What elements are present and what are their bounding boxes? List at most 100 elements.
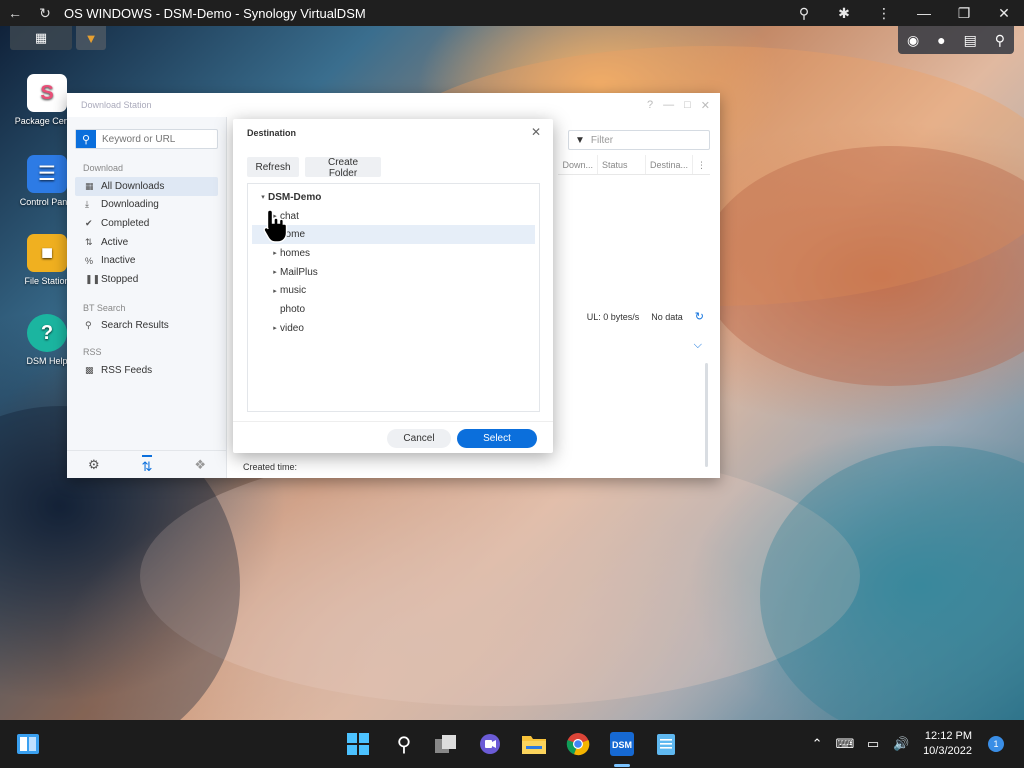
sidebar-item-label: All Downloads bbox=[101, 180, 165, 192]
back-icon[interactable]: ← bbox=[0, 5, 30, 21]
tree-item-homes[interactable]: ▸ homes bbox=[248, 244, 539, 263]
rss-icon: ▩ bbox=[85, 364, 94, 375]
window-title-bar: Download Station ? — □ ✕ bbox=[67, 93, 720, 117]
search-input[interactable] bbox=[96, 130, 206, 148]
scrollbar[interactable] bbox=[705, 363, 708, 467]
sidebar: ⚲ Download ▦ All Downloads ⤓ Downloading ✔… bbox=[67, 117, 227, 478]
sidebar-item-all-downloads[interactable]: ▦ All Downloads bbox=[75, 177, 218, 196]
widgets-icon[interactable]: ▤ bbox=[964, 32, 977, 49]
column-header[interactable]: Down... bbox=[558, 155, 598, 174]
browser-title-bar: ← ↻ OS WINDOWS - DSM-Demo - Synology Vir… bbox=[0, 0, 1024, 26]
chrome-logo-icon bbox=[566, 733, 590, 756]
tree-item-mailplus[interactable]: ▸ MailPlus bbox=[248, 263, 539, 282]
tree-item-music[interactable]: ▸ music bbox=[248, 281, 539, 300]
clock[interactable]: 12:12 PM 10/3/2022 bbox=[923, 729, 972, 759]
refresh-button[interactable]: Refresh bbox=[247, 157, 299, 177]
tree-item-chat[interactable]: ▸ chat bbox=[248, 207, 539, 226]
file-explorer-icon[interactable] bbox=[518, 728, 550, 760]
sidebar-item-search-results[interactable]: ⚲ Search Results bbox=[67, 317, 226, 336]
caret-right-icon[interactable]: ▸ bbox=[270, 324, 280, 332]
refresh-icon[interactable]: ↻ bbox=[695, 310, 704, 323]
caret-right-icon[interactable]: ▸ bbox=[270, 287, 280, 295]
desktop-icon-label: File Station bbox=[24, 276, 70, 286]
reload-icon[interactable]: ↻ bbox=[30, 5, 60, 22]
chevron-down-icon[interactable]: ⌵ bbox=[694, 339, 702, 352]
restore-icon[interactable]: ❐ bbox=[944, 5, 984, 22]
column-header[interactable]: Status bbox=[598, 155, 646, 174]
grid-icon: ▦ bbox=[34, 30, 48, 45]
start-icon[interactable] bbox=[342, 728, 374, 760]
sidebar-item-stopped[interactable]: ❚❚ Stopped bbox=[67, 270, 226, 289]
section-bt-search: BT Search bbox=[83, 302, 126, 313]
tree-root[interactable]: ▾ DSM-Demo bbox=[248, 188, 539, 207]
close-icon[interactable]: ✕ bbox=[701, 99, 710, 112]
dsm-app-icon[interactable]: DSM bbox=[606, 728, 638, 760]
control-panel-icon: ☰ bbox=[27, 155, 67, 193]
close-icon[interactable]: ✕ bbox=[531, 125, 541, 139]
search-icon[interactable]: ⚲ bbox=[995, 32, 1005, 49]
pause-icon: ❚❚ bbox=[85, 273, 101, 284]
user-icon[interactable]: ● bbox=[937, 32, 945, 48]
clock-time: 12:12 PM bbox=[924, 730, 972, 742]
chrome-icon[interactable] bbox=[562, 728, 594, 760]
tree-item-label: music bbox=[280, 285, 307, 297]
extensions-icon[interactable]: ✱ bbox=[824, 5, 864, 22]
sidebar-item-downloading[interactable]: ⤓ Downloading bbox=[67, 196, 226, 215]
caret-right-icon[interactable]: ▸ bbox=[270, 268, 280, 276]
tree-item-home[interactable]: home bbox=[252, 225, 535, 245]
notification-badge[interactable]: 1 bbox=[988, 736, 1004, 752]
status-bar: UL: 0 bytes/s No data ↻ bbox=[587, 310, 704, 323]
sidebar-item-completed[interactable]: ✔ Completed bbox=[67, 214, 226, 233]
chevron-up-icon[interactable]: ⌃ bbox=[803, 736, 831, 752]
teams-chat-icon[interactable] bbox=[474, 728, 506, 760]
clock-date: 10/3/2022 bbox=[923, 745, 972, 757]
download-station-taskbar-button[interactable]: ▼ bbox=[76, 26, 106, 50]
minimize-icon[interactable]: — bbox=[663, 99, 674, 112]
notepad-icon[interactable] bbox=[650, 728, 682, 760]
volume-icon[interactable]: 🔊 bbox=[887, 736, 915, 752]
windows-logo-icon bbox=[347, 733, 369, 755]
sidebar-item-inactive[interactable]: % Inactive bbox=[67, 251, 226, 270]
maximize-icon[interactable]: □ bbox=[684, 99, 691, 112]
tree-item-video[interactable]: ▸ video bbox=[248, 319, 539, 338]
zoom-icon[interactable]: ⚲ bbox=[784, 5, 824, 22]
network-icon[interactable]: ▭ bbox=[859, 736, 887, 752]
taskbar: ⚲ DSM ⌃ ⌨ ▭ 🔊 12:12 PM 10/3/2022 1 bbox=[0, 720, 1024, 768]
tree-item-label: video bbox=[280, 322, 304, 334]
dialog-title: Destination bbox=[247, 128, 297, 138]
keyboard-icon[interactable]: ⌨ bbox=[831, 736, 859, 752]
download-station-icon: ▼ bbox=[84, 30, 98, 46]
close-icon[interactable]: ✕ bbox=[984, 5, 1024, 22]
column-menu-icon[interactable]: ⋮ bbox=[693, 155, 710, 174]
task-view-icon[interactable] bbox=[430, 728, 462, 760]
download-list-icon[interactable]: ⇅ bbox=[141, 454, 153, 475]
system-tray: ⌃ ⌨ ▭ 🔊 12:12 PM 10/3/2022 1 bbox=[803, 720, 1024, 768]
sidebar-item-active[interactable]: ⇅ Active bbox=[67, 233, 226, 252]
sidebar-item-rss-feeds[interactable]: ▩ RSS Feeds bbox=[67, 361, 226, 380]
cancel-button[interactable]: Cancel bbox=[387, 429, 451, 448]
active-app-indicator bbox=[614, 764, 630, 767]
caret-right-icon[interactable]: ▸ bbox=[270, 249, 280, 257]
svg-text:DSM: DSM bbox=[612, 740, 632, 750]
search-icon[interactable]: ⚲ bbox=[388, 728, 420, 760]
tree-item-photo[interactable]: photo bbox=[248, 300, 539, 319]
column-header[interactable]: Destina... bbox=[646, 155, 693, 174]
help-icon[interactable]: ? bbox=[647, 99, 653, 112]
minimize-icon[interactable]: — bbox=[904, 5, 944, 22]
search-icon[interactable]: ⚲ bbox=[76, 130, 96, 148]
main-menu-button[interactable]: ▦ bbox=[10, 26, 72, 50]
caret-down-icon[interactable]: ▾ bbox=[258, 193, 268, 201]
filter-icon: ▼ bbox=[575, 134, 585, 146]
create-folder-button[interactable]: Create Folder bbox=[305, 157, 381, 179]
folder-tree: ▾ DSM-Demo ▸ chat home ▸ homes ▸ MailPlus ▸ m… bbox=[247, 183, 540, 412]
window-title: Download Station bbox=[81, 100, 152, 110]
widgets-icon[interactable] bbox=[12, 728, 44, 760]
menu-icon[interactable]: ⋮ bbox=[864, 5, 904, 22]
select-button[interactable]: Select bbox=[457, 429, 537, 448]
search-icon: ⚲ bbox=[85, 320, 92, 331]
chat-icon[interactable]: ◉ bbox=[907, 32, 919, 49]
bt-icon[interactable]: ❖ bbox=[194, 457, 206, 473]
upload-speed: UL: 0 bytes/s bbox=[586, 311, 640, 322]
gear-icon[interactable]: ⚙ bbox=[88, 457, 100, 473]
filter-input[interactable]: ▼ Filter bbox=[568, 130, 710, 150]
